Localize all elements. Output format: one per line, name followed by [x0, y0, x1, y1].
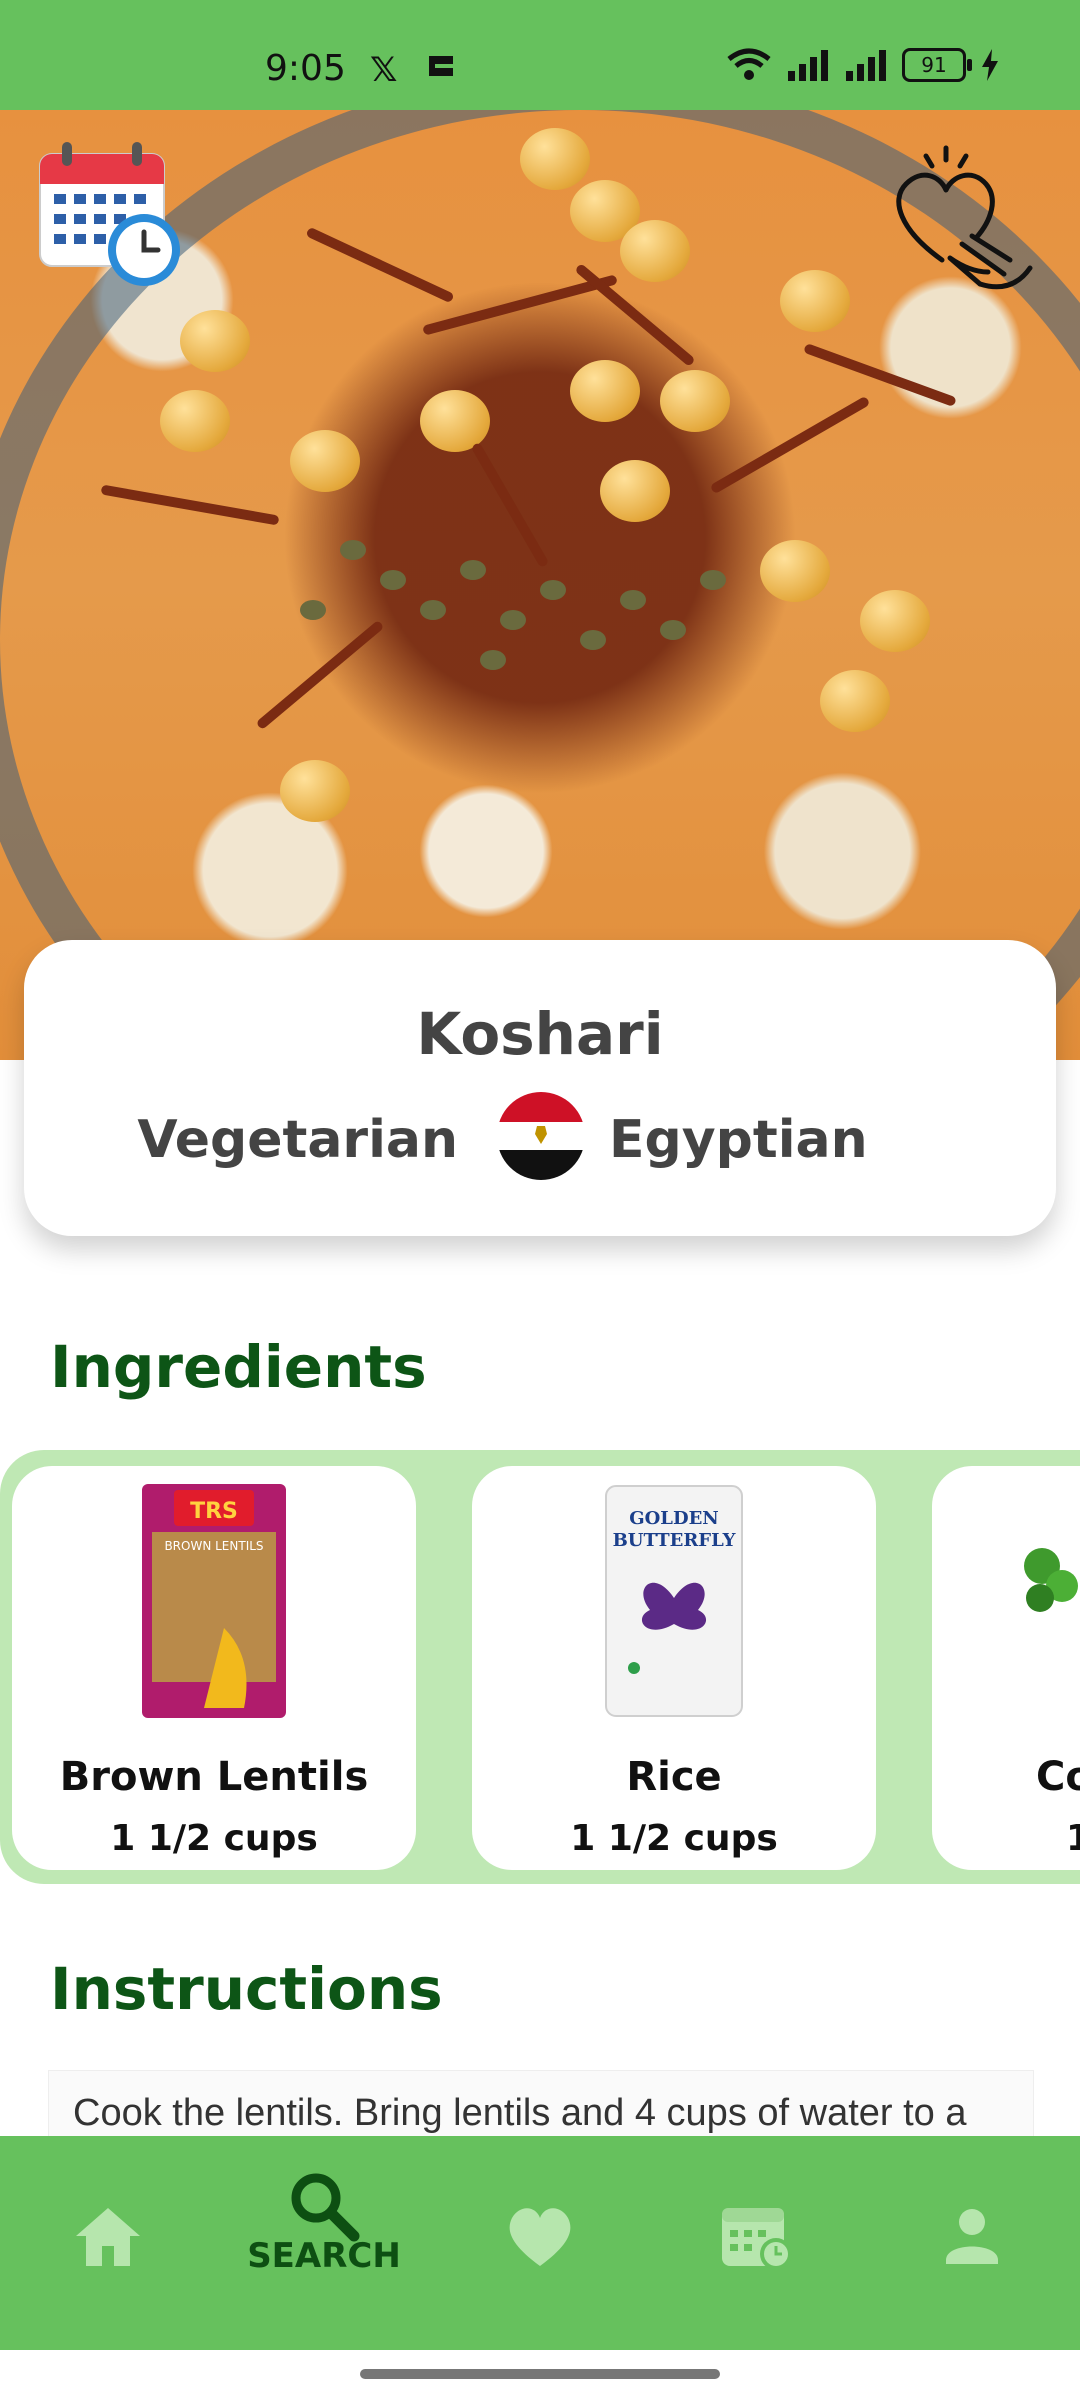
- rice-image: GOLDEN BUTTERFLY: [605, 1485, 743, 1717]
- status-right-icons: 91: [726, 48, 1000, 82]
- ingredient-card[interactable]: TRS BROWN LENTILS Brown Lentils 1 1/2 cu…: [12, 1466, 416, 1870]
- home-icon: [76, 2208, 140, 2266]
- svg-text:BUTTERFLY: BUTTERFLY: [613, 1530, 737, 1551]
- ingredient-card[interactable]: Co 1: [932, 1466, 1080, 1870]
- charging-icon: [982, 49, 998, 81]
- ingredient-name: Co: [1036, 1754, 1080, 1800]
- profile-icon: [946, 2209, 998, 2264]
- ingredient-measure: 1 1/2 cups: [110, 1818, 318, 1859]
- ingredient-measure: 1 1/2 cups: [570, 1818, 778, 1859]
- ingredient-measure: 1: [1066, 1818, 1080, 1859]
- nav-profile[interactable]: [864, 2136, 1080, 2350]
- svg-text:GOLDEN: GOLDEN: [629, 1508, 719, 1529]
- nav-search-label: SEARCH: [247, 2236, 401, 2276]
- x-icon: 𝕏: [370, 50, 398, 90]
- home-gesture-bar[interactable]: [360, 2369, 720, 2379]
- ingredient-name: Rice: [626, 1754, 722, 1800]
- signal-icon: [846, 50, 886, 81]
- nav-search[interactable]: SEARCH: [216, 2136, 432, 2350]
- status-bar: 9:05 𝕏 91: [0, 0, 1080, 110]
- heart-icon: [509, 2208, 571, 2266]
- svg-text:TRS: TRS: [190, 1499, 238, 1524]
- svg-text:BROWN LENTILS: BROWN LENTILS: [164, 1539, 263, 1553]
- nav-plan[interactable]: [648, 2136, 864, 2350]
- calendar-clock-icon: [39, 142, 180, 286]
- bottom-navigation: SEARCH: [0, 2136, 1080, 2350]
- ingredients-heading: Ingredients: [50, 1333, 427, 1401]
- heart-hand-icon: [896, 145, 1033, 290]
- egypt-flag-icon: [497, 1092, 585, 1180]
- battery-icon: 91: [902, 48, 972, 82]
- status-time: 9:05: [265, 48, 346, 89]
- brown-lentils-image: TRS BROWN LENTILS: [142, 1484, 286, 1718]
- signal-icon: [788, 50, 828, 81]
- meal-info-card: Koshari Vegetarian Egyptian: [24, 940, 1056, 1236]
- search-icon: [291, 2173, 360, 2242]
- nav-favorites[interactable]: [432, 2136, 648, 2350]
- ingredients-list[interactable]: TRS BROWN LENTILS Brown Lentils 1 1/2 cu…: [0, 1450, 1080, 1884]
- meal-area: Egyptian: [609, 1110, 868, 1170]
- favorite-button[interactable]: [880, 140, 1040, 300]
- wifi-icon: [727, 48, 771, 80]
- calendar-icon: [722, 2208, 792, 2270]
- ingredient-name: Brown Lentils: [59, 1754, 369, 1800]
- meal-name: Koshari: [416, 1000, 664, 1068]
- nav-home[interactable]: [0, 2136, 216, 2350]
- coriander-image: [1024, 1548, 1078, 1612]
- instructions-heading: Instructions: [50, 1955, 443, 2023]
- sim-icon: [426, 50, 456, 90]
- ingredient-card[interactable]: GOLDEN BUTTERFLY Rice 1 1/2 cups: [472, 1466, 876, 1870]
- meal-category: Vegetarian: [137, 1110, 458, 1170]
- add-to-plan-button[interactable]: [36, 140, 186, 290]
